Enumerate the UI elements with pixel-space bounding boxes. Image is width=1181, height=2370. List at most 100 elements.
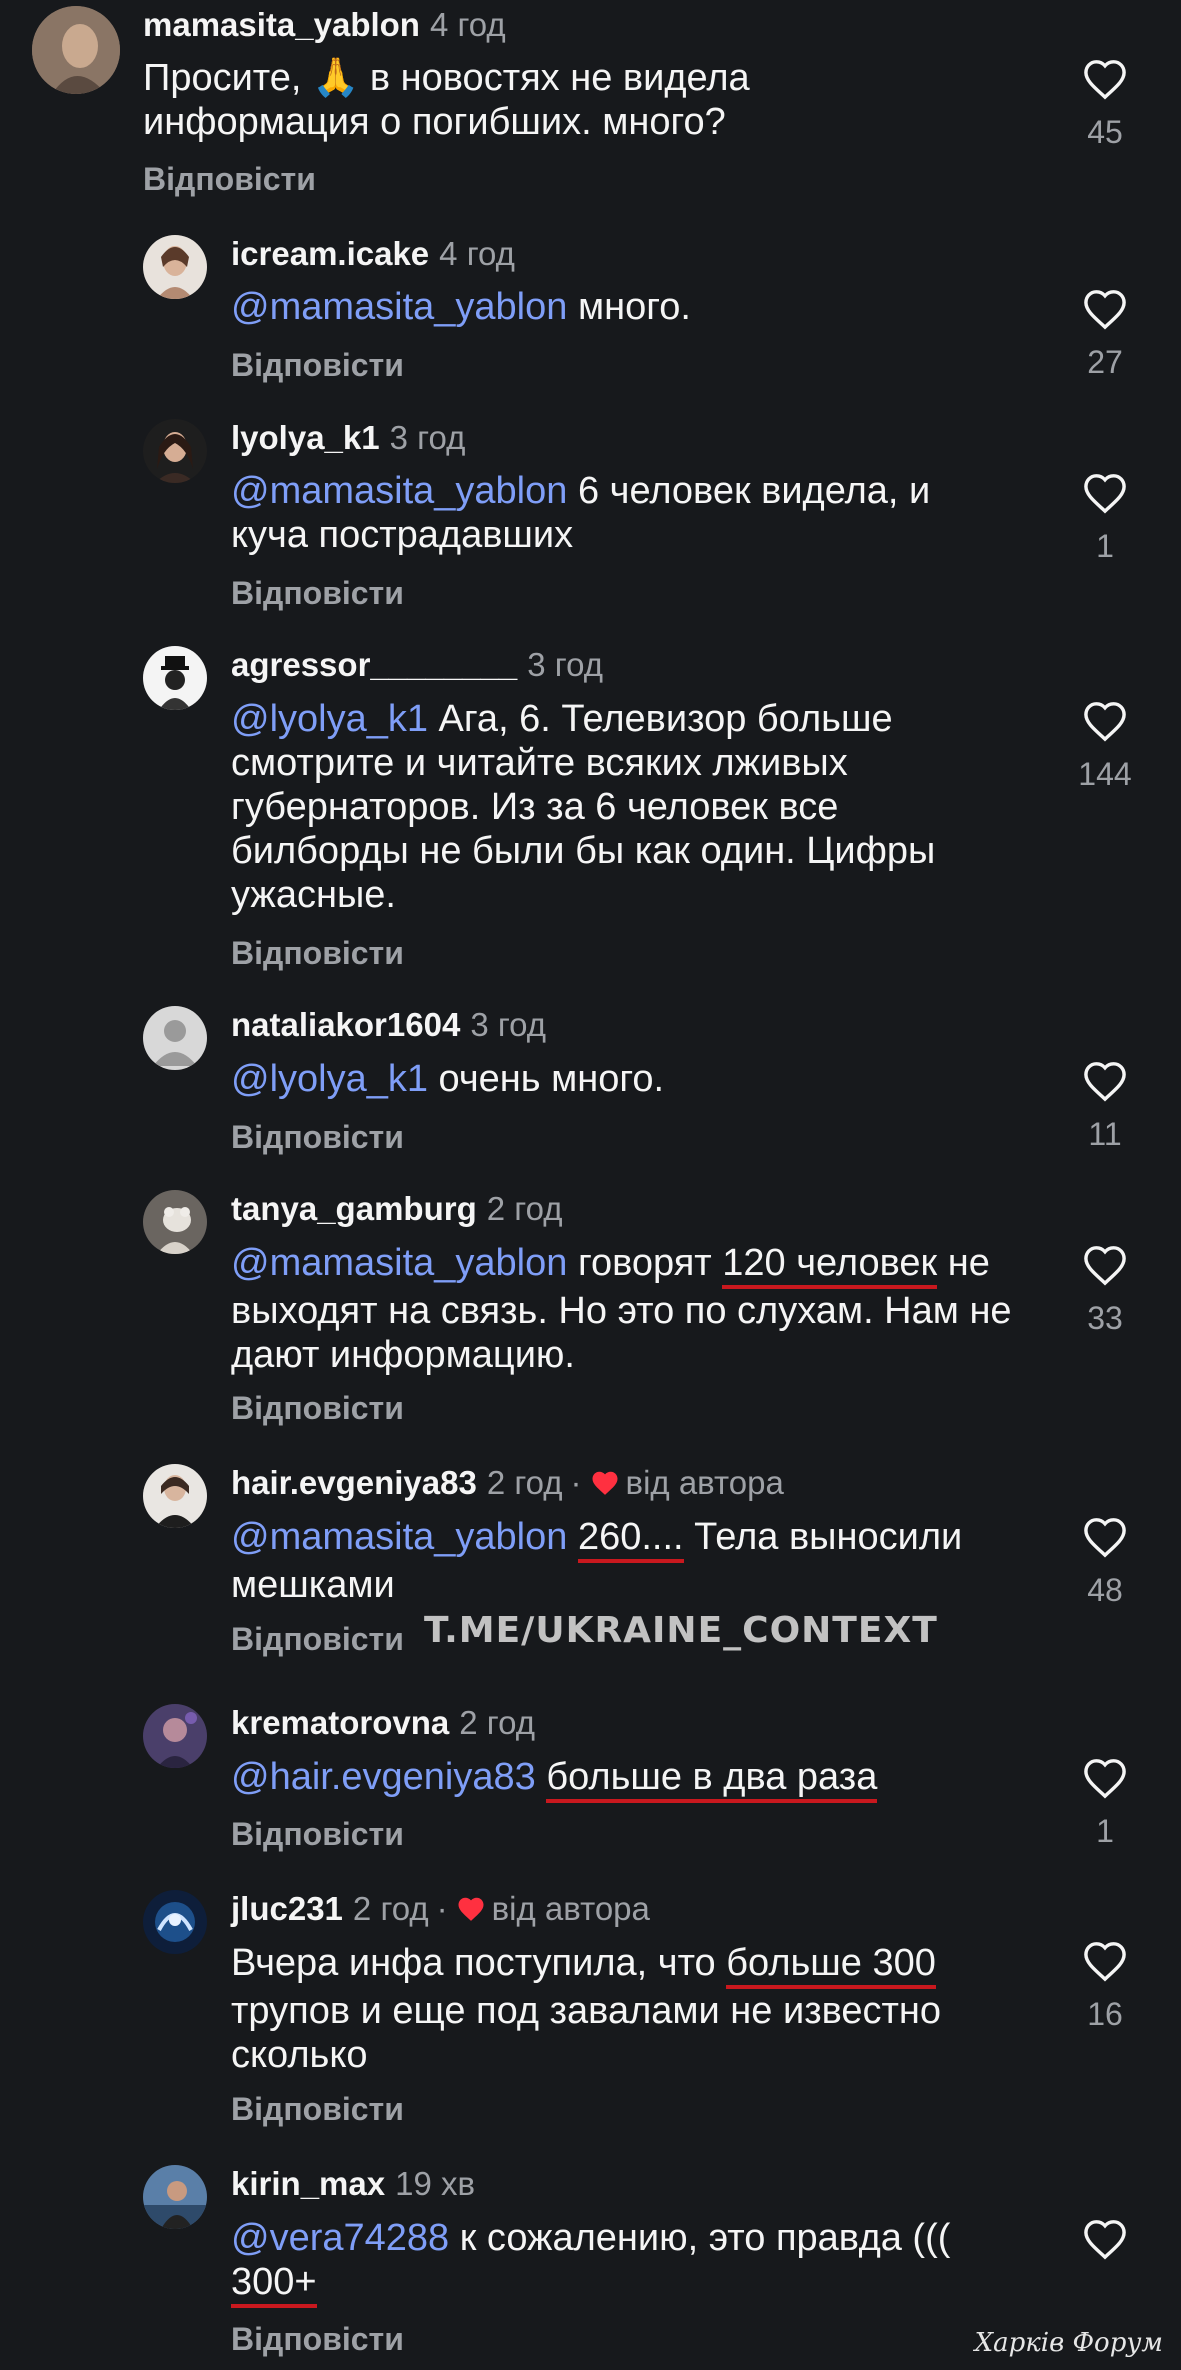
username[interactable]: nataliakor1604 bbox=[231, 1006, 460, 1043]
mention-link[interactable]: @mamasita_yablon bbox=[231, 470, 567, 512]
comment-text: @lyolya_k1 очень много. bbox=[231, 1058, 665, 1100]
filled-heart-icon bbox=[456, 1893, 486, 1931]
avatar[interactable] bbox=[143, 1704, 207, 1768]
timestamp: 4 год bbox=[429, 6, 506, 43]
like-count: 33 bbox=[1087, 1300, 1123, 1336]
like-button[interactable]: 33 bbox=[1060, 1244, 1150, 1336]
mention-link[interactable]: @mamasita_yablon bbox=[231, 286, 567, 328]
username[interactable]: icream.icake bbox=[231, 235, 429, 272]
like-button[interactable] bbox=[1060, 2218, 1150, 2260]
like-button[interactable]: 11 bbox=[1060, 1060, 1150, 1152]
liked-by-author-label: від автора bbox=[491, 1890, 650, 1927]
separator-dot: · bbox=[436, 1890, 448, 1927]
like-button[interactable]: 144 bbox=[1060, 700, 1150, 792]
username[interactable]: kirin_max bbox=[231, 2165, 385, 2202]
heart-icon bbox=[1084, 1759, 1126, 1799]
comment-text: Вчера инфа поступила, что больше 300 тру… bbox=[231, 1942, 942, 2076]
avatar[interactable] bbox=[143, 2165, 207, 2229]
reply-button[interactable]: Відповісти bbox=[231, 1389, 404, 1427]
like-button[interactable]: 27 bbox=[1060, 288, 1150, 380]
heart-icon bbox=[1084, 2220, 1126, 2260]
avatar[interactable] bbox=[32, 6, 120, 94]
like-button[interactable]: 48 bbox=[1060, 1516, 1150, 1608]
mention-link[interactable]: @mamasita_yablon bbox=[231, 1242, 567, 1284]
like-button[interactable]: 1 bbox=[1060, 1757, 1150, 1849]
username[interactable]: agressor________ bbox=[231, 646, 517, 683]
username[interactable]: mamasita_yablon bbox=[143, 6, 420, 43]
forum-watermark: Харків Форум bbox=[974, 2328, 1163, 2358]
like-count: 16 bbox=[1087, 1996, 1123, 2032]
avatar-image bbox=[143, 2165, 207, 2229]
comment-text: @lyolya_k1 Ага, 6. Телевизор больше смот… bbox=[231, 698, 936, 916]
reply-button[interactable]: Відповісти bbox=[231, 2090, 404, 2128]
timestamp: 3 год bbox=[389, 419, 466, 456]
comment-header: kirin_max 19 хв bbox=[231, 2165, 475, 2203]
underlined-highlight: 300+ bbox=[231, 2262, 317, 2308]
avatar-image bbox=[32, 6, 120, 94]
reply-button[interactable]: Відповісти bbox=[231, 1118, 404, 1156]
underlined-highlight: 120 человек bbox=[722, 1243, 938, 1289]
reply-button[interactable]: Відповісти bbox=[231, 2320, 404, 2358]
underlined-highlight: больше 300 bbox=[726, 1943, 936, 1989]
timestamp: 3 год bbox=[470, 1006, 547, 1043]
avatar-image bbox=[143, 1190, 207, 1254]
comment-header: krematorovna 2 год bbox=[231, 1704, 535, 1742]
username[interactable]: lyolya_k1 bbox=[231, 419, 380, 456]
comment-text: @mamasita_yablon много. bbox=[231, 286, 691, 328]
comment-header: mamasita_yablon 4 год bbox=[143, 6, 506, 44]
timestamp: 4 год bbox=[439, 235, 515, 272]
reply-button[interactable]: Відповісти bbox=[231, 1815, 404, 1853]
reply-button[interactable]: Відповісти bbox=[143, 160, 316, 198]
username[interactable]: krematorovna bbox=[231, 1704, 449, 1741]
comment-header: lyolya_k1 3 год bbox=[231, 419, 465, 457]
like-count: 1 bbox=[1096, 1813, 1114, 1849]
timestamp: 2 год bbox=[486, 1190, 563, 1227]
reply-button[interactable]: Відповісти bbox=[231, 934, 404, 972]
heart-icon bbox=[1084, 1246, 1126, 1286]
comment-text: @mamasita_yablon 260.... Тела выносили м… bbox=[231, 1516, 963, 1606]
like-button[interactable]: 16 bbox=[1060, 1940, 1150, 2032]
like-count: 144 bbox=[1078, 756, 1132, 792]
avatar-image bbox=[143, 235, 207, 299]
like-count: 11 bbox=[1088, 1116, 1122, 1152]
username[interactable]: tanya_gamburg bbox=[231, 1190, 477, 1227]
mention-link[interactable]: @lyolya_k1 bbox=[231, 1058, 428, 1100]
reply-button[interactable]: Відповісти bbox=[231, 1620, 404, 1658]
avatar-image bbox=[143, 646, 207, 710]
underlined-highlight: 260.... bbox=[577, 1517, 684, 1563]
comment-header: nataliakor1604 3 год bbox=[231, 1006, 546, 1044]
reply-button[interactable]: Відповісти bbox=[231, 574, 404, 612]
separator-dot: · bbox=[570, 1464, 582, 1501]
username[interactable]: hair.evgeniya83 bbox=[231, 1464, 477, 1501]
mention-link[interactable]: @hair.evgeniya83 bbox=[231, 1756, 536, 1798]
avatar[interactable] bbox=[143, 235, 207, 299]
like-button[interactable]: 45 bbox=[1060, 58, 1150, 150]
avatar[interactable] bbox=[143, 646, 207, 710]
heart-icon bbox=[1084, 1062, 1126, 1102]
comment-text: @mamasita_yablon 6 человек видела, и куч… bbox=[231, 470, 931, 556]
avatar[interactable] bbox=[143, 1890, 207, 1954]
mention-link[interactable]: @mamasita_yablon bbox=[231, 1516, 567, 1558]
like-button[interactable]: 1 bbox=[1060, 472, 1150, 564]
avatar-image bbox=[143, 1704, 207, 1768]
mention-link[interactable]: @lyolya_k1 bbox=[231, 698, 428, 740]
username[interactable]: jluc231 bbox=[231, 1890, 343, 1927]
avatar[interactable] bbox=[143, 1190, 207, 1254]
comment-header: agressor________ 3 год bbox=[231, 646, 603, 684]
avatar[interactable] bbox=[143, 419, 207, 483]
comment-text: @hair.evgeniya83 больше в два раза bbox=[231, 1755, 1051, 1803]
avatar-image bbox=[143, 419, 207, 483]
underlined-highlight: больше в два раза bbox=[546, 1757, 878, 1803]
watermark-text: T.ME/UKRAINE_CONTEXT bbox=[424, 1610, 938, 1651]
heart-icon bbox=[1084, 1942, 1126, 1982]
reply-button[interactable]: Відповісти bbox=[231, 346, 404, 384]
heart-icon bbox=[1084, 474, 1126, 514]
avatar[interactable] bbox=[143, 1006, 207, 1070]
comment-text: @vera74288 к сожалению, это правда ((( 3… bbox=[231, 2216, 1011, 2308]
mention-link[interactable]: @vera74288 bbox=[231, 2217, 449, 2259]
comment-text: Просите, 🙏 в новостях не видела информац… bbox=[143, 57, 750, 143]
default-avatar-icon bbox=[143, 1006, 207, 1070]
avatar[interactable] bbox=[143, 1464, 207, 1528]
avatar-image bbox=[143, 1464, 207, 1528]
timestamp: 19 хв bbox=[395, 2165, 475, 2202]
